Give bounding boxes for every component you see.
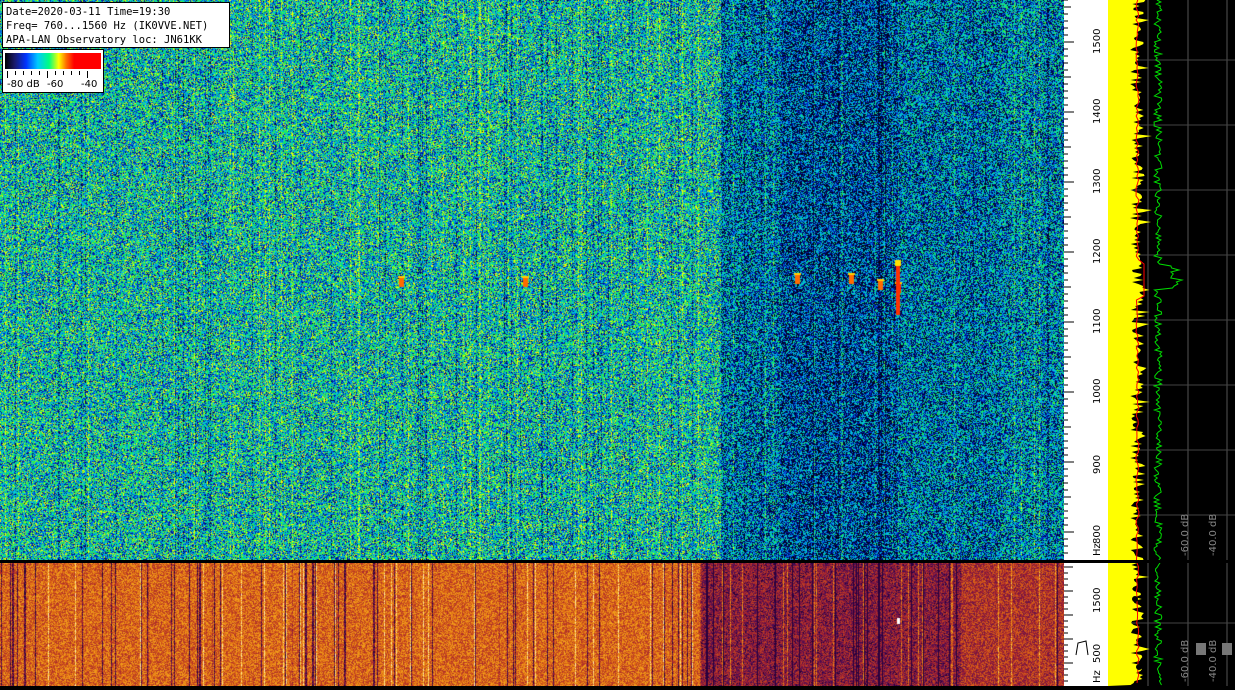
bottom-db-label-1: -40.0 dB bbox=[1208, 640, 1219, 682]
axis-unit-hz: Hz bbox=[1092, 543, 1103, 556]
axis-tick-1300: 1300 bbox=[1092, 169, 1103, 194]
axis-tick-1000: 1000 bbox=[1092, 379, 1103, 404]
bottom-spectrum-fill bbox=[1108, 563, 1150, 686]
axis-bottom-unit-hz: Hz bbox=[1092, 670, 1103, 683]
spectrum-marker-1 bbox=[1136, 664, 1142, 670]
axis-bottom-tick-500: 500 bbox=[1092, 644, 1103, 663]
top-db-label-0: -60.0 dB bbox=[1180, 514, 1191, 556]
top-spectrum-trace bbox=[1152, 0, 1184, 560]
waterfall-long-term bbox=[0, 563, 1064, 686]
spectrum-panel-bottom: -60.0 dB -40.0 dB bbox=[1108, 563, 1235, 686]
axis-tick-1100: 1100 bbox=[1092, 309, 1103, 334]
waterfall-spectrogram bbox=[0, 0, 1064, 560]
info-frequency: Freq= 760...1560 Hz (IK0VVE.NET) bbox=[6, 20, 209, 32]
info-location: APA-LAN Observatory loc: JN61KK bbox=[6, 34, 202, 46]
waterfall-canvas bbox=[0, 0, 1064, 560]
color-scale-label-min: -80 dB bbox=[7, 79, 40, 90]
color-scale-label-max: -40 bbox=[81, 79, 98, 90]
axis-tick-1200: 1200 bbox=[1092, 239, 1103, 264]
waterfall-long-term-canvas bbox=[0, 563, 1064, 686]
frequency-axis: 1500 1400 1300 1200 1100 1000 900 800 Hz bbox=[1064, 0, 1108, 560]
bottom-spectrum-trace bbox=[1152, 563, 1164, 686]
top-db-label-1: -40.0 dB bbox=[1208, 514, 1219, 556]
info-box: Date=2020-03-11 Time=19:30 Freq= 760...1… bbox=[2, 2, 230, 48]
info-date-time: Date=2020-03-11 Time=19:30 bbox=[6, 6, 171, 18]
axis-tick-1500: 1500 bbox=[1092, 29, 1103, 54]
spectrum-panel: -60.0 dB -40.0 dB bbox=[1108, 0, 1235, 560]
bottom-db-label-0: -60.0 dB bbox=[1180, 640, 1191, 682]
axis-bottom-tick-1500: 1500 bbox=[1092, 588, 1103, 613]
axis-tick-800: 800 bbox=[1092, 525, 1103, 544]
top-spectrum-fill bbox=[1108, 0, 1152, 560]
frequency-axis-bottom: 1500 500 Hz bbox=[1064, 563, 1108, 686]
axis-tick-1400: 1400 bbox=[1092, 99, 1103, 124]
color-scale-gradient bbox=[5, 53, 101, 69]
spectrum-marker-0 bbox=[1132, 596, 1138, 602]
color-scale-label-mid: -60 bbox=[47, 79, 64, 90]
axis-tick-900: 900 bbox=[1092, 455, 1103, 474]
color-scale-legend: -80 dB -60 -40 bbox=[2, 49, 104, 93]
